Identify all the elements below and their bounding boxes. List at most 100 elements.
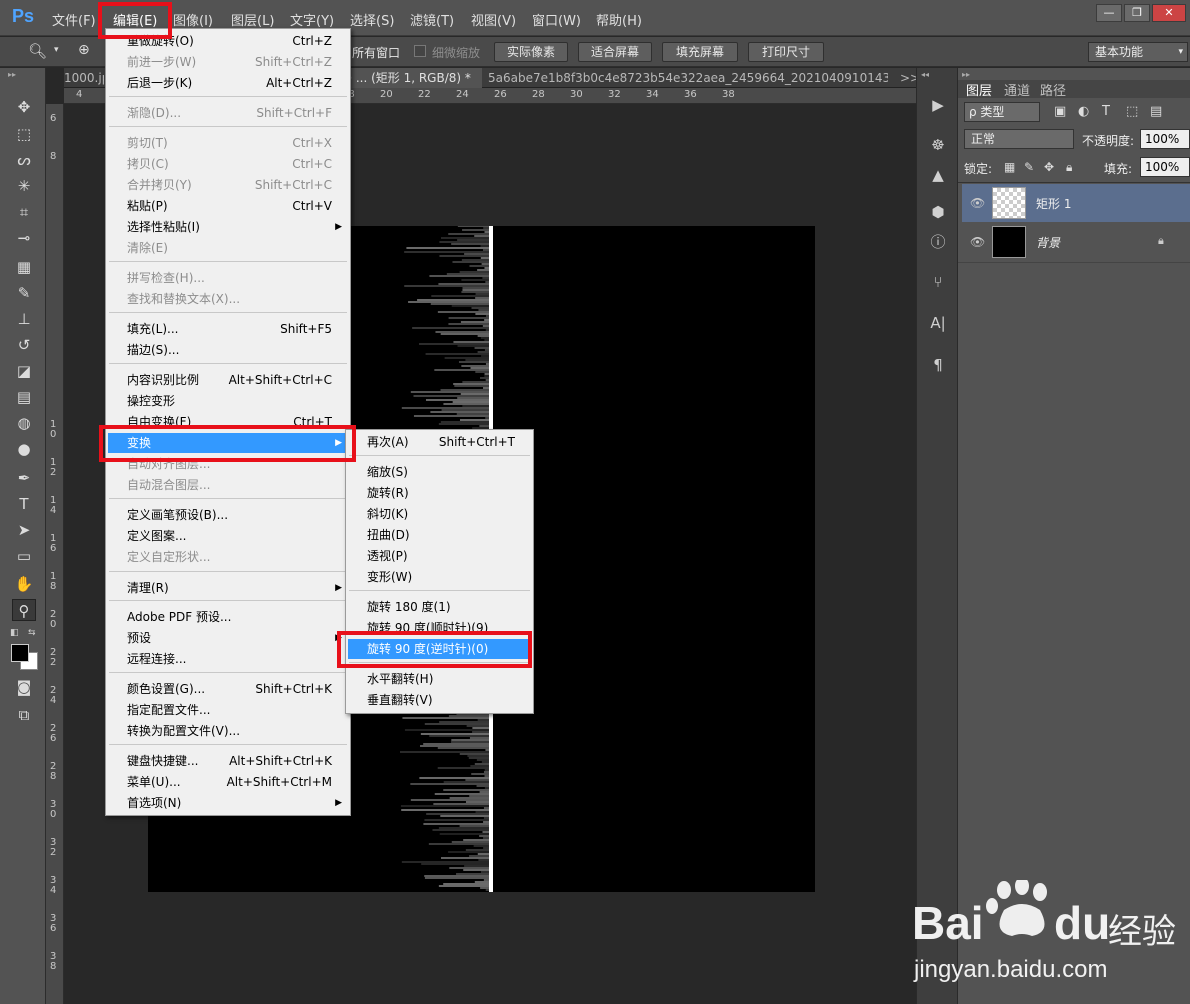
tool-preset-chevron-icon[interactable]: ▾	[54, 45, 59, 55]
edit-menu-item[interactable]: 变换 ▶	[108, 433, 348, 453]
info-icon[interactable]: ⓘ	[927, 231, 949, 253]
dodge-tool-icon[interactable]: ●	[12, 438, 36, 460]
tab-5a6abe7e[interactable]: 5a6abe7e1b8f3b0c4e8723b54e322aea_2459664…	[482, 68, 888, 88]
filter-pixel-icon[interactable]: ▣	[1054, 104, 1066, 119]
edit-menu-item[interactable]: 键盘快捷键... Alt+Shift+Ctrl+K	[108, 751, 348, 771]
histogram-icon[interactable]: ▲	[927, 164, 949, 186]
transform-menu-item[interactable]: 旋转 180 度(1)	[348, 597, 531, 617]
tabs-overflow-icon[interactable]: >>	[894, 68, 916, 88]
zoom-in-icon[interactable]: ⊕	[78, 42, 90, 58]
opacity-input[interactable]: 100%	[1140, 129, 1190, 149]
filter-shape-icon[interactable]: ⬚	[1126, 104, 1138, 119]
swap-colors-icon[interactable]: ⇆	[28, 628, 36, 638]
tab-layers[interactable]: 图层	[966, 80, 992, 99]
fill-screen-button[interactable]: 填充屏幕	[662, 42, 738, 62]
edit-menu-item[interactable]: 清理(R) ▶	[108, 578, 348, 598]
magic-wand-tool-icon[interactable]: ✳	[12, 175, 36, 197]
edit-menu-item[interactable]: 颜色设置(G)... Shift+Ctrl+K	[108, 679, 348, 699]
healing-brush-tool-icon[interactable]: ▦	[12, 256, 36, 278]
fit-screen-button[interactable]: 适合屏幕	[578, 42, 652, 62]
transform-menu-item[interactable]: 斜切(K)	[348, 504, 531, 524]
layer-filter-select[interactable]: ρ 类型	[964, 102, 1040, 122]
transform-menu-item[interactable]: 透视(P)	[348, 546, 531, 566]
zoom-tool-icon[interactable]: ⚲	[12, 599, 36, 621]
menu-filter[interactable]: 滤镜(T)	[410, 10, 454, 29]
fill-input[interactable]: 100%	[1140, 157, 1190, 177]
eraser-tool-icon[interactable]: ◪	[12, 360, 36, 382]
transform-menu-item[interactable]: 旋转 90 度(逆时针)(0)	[348, 639, 531, 659]
transform-menu-item[interactable]: 缩放(S)	[348, 462, 531, 482]
lasso-tool-icon[interactable]: ᔕ	[12, 149, 36, 171]
menu-select[interactable]: 选择(S)	[350, 10, 394, 29]
collapse-dock-icon[interactable]: ◂◂	[921, 70, 929, 79]
edit-menu-item[interactable]: 定义画笔预设(B)...	[108, 505, 348, 525]
filter-adjustment-icon[interactable]: ◐	[1078, 104, 1089, 119]
edit-menu-item[interactable]: 转换为配置文件(V)...	[108, 721, 348, 741]
tab-paths[interactable]: 路径	[1040, 80, 1066, 99]
lock-position-icon[interactable]: ✥	[1044, 160, 1054, 174]
edit-menu-item[interactable]: 指定配置文件...	[108, 700, 348, 720]
pen-tool-icon[interactable]: ✒	[12, 467, 36, 489]
transform-menu-item[interactable]: 再次(A) Shift+Ctrl+T	[348, 432, 531, 452]
lock-paint-icon[interactable]: ✎	[1024, 160, 1034, 174]
transform-menu-item[interactable]: 水平翻转(H)	[348, 669, 531, 689]
edit-menu-item[interactable]: 远程连接...	[108, 649, 348, 669]
gradient-tool-icon[interactable]: ▤	[12, 386, 36, 408]
tab-channels[interactable]: 通道	[1004, 80, 1030, 99]
transform-menu-item[interactable]: 垂直翻转(V)	[348, 690, 531, 710]
edit-menu-item[interactable]: 首选项(N) ▶	[108, 793, 348, 813]
layer-row-rectangle-1[interactable]: 👁︎ 矩形 1	[962, 184, 1190, 222]
edit-menu-item[interactable]: Adobe PDF 预设...	[108, 607, 348, 627]
brush-tool-icon[interactable]: ✎	[12, 282, 36, 304]
edit-menu-item[interactable]: 操控变形	[108, 391, 348, 411]
edit-menu-item[interactable]: 内容识别比例 Alt+Shift+Ctrl+C	[108, 370, 348, 390]
visibility-eye-icon[interactable]: 👁︎	[970, 196, 985, 210]
stamp-tool-icon[interactable]: ⊥	[12, 308, 36, 330]
navigator-icon[interactable]: ☸	[927, 134, 949, 156]
edit-menu-item[interactable]: 粘贴(P) Ctrl+V	[108, 196, 348, 216]
blend-mode-select[interactable]: 正常	[964, 129, 1074, 149]
paragraph-icon[interactable]: ¶	[927, 354, 949, 376]
quick-mask-icon[interactable]: ◙	[12, 676, 36, 698]
maximize-button[interactable]: ❐	[1124, 4, 1150, 22]
filter-type-icon[interactable]: T	[1102, 104, 1110, 119]
tab-1000-jpg[interactable]: 1000.jpg	[58, 68, 104, 88]
default-colors-icon[interactable]: ◧	[10, 628, 19, 638]
crop-tool-icon[interactable]: ⌗	[12, 201, 36, 223]
hand-tool-icon[interactable]: ✋	[12, 573, 36, 595]
play-actions-icon[interactable]: ▶	[927, 94, 949, 116]
close-button[interactable]: ✕	[1152, 4, 1186, 22]
visibility-eye-icon[interactable]: 👁︎	[970, 235, 985, 249]
edit-menu-item[interactable]: 重做旋转(O) Ctrl+Z	[108, 31, 348, 51]
3d-icon[interactable]: ⬢	[927, 201, 949, 223]
menu-edit[interactable]: 编辑(E)	[113, 10, 157, 29]
menu-window[interactable]: 窗口(W)	[532, 10, 581, 29]
lock-all-icon[interactable]: 🔒︎	[1066, 160, 1072, 175]
collapse-toolbar-icon[interactable]: ▸▸	[8, 70, 16, 79]
edit-menu-item[interactable]: 描边(S)...	[108, 340, 348, 360]
history-icon[interactable]: ⑂	[927, 271, 949, 293]
edit-menu-item[interactable]: 后退一步(K) Alt+Ctrl+Z	[108, 73, 348, 93]
rectangle-tool-icon[interactable]: ▭	[12, 545, 36, 567]
menu-image[interactable]: 图像(I)	[173, 10, 213, 29]
edit-menu-item[interactable]: 预设 ▶	[108, 628, 348, 648]
lock-transparency-icon[interactable]: ▦	[1004, 160, 1015, 174]
print-size-button[interactable]: 打印尺寸	[748, 42, 824, 62]
screen-mode-icon[interactable]: ⧉	[12, 704, 36, 726]
filter-smart-object-icon[interactable]: ▤	[1150, 104, 1162, 119]
eyedropper-tool-icon[interactable]: ⊸	[12, 227, 36, 249]
edit-menu-item[interactable]: 选择性粘贴(I) ▶	[108, 217, 348, 237]
edit-menu-item[interactable]: 定义图案...	[108, 526, 348, 546]
scrubby-zoom-checkbox[interactable]	[414, 45, 426, 57]
transform-menu-item[interactable]: 旋转 90 度(顺时针)(9)	[348, 618, 531, 638]
edit-menu-item[interactable]: 自由变换(F) Ctrl+T	[108, 412, 348, 432]
menu-help[interactable]: 帮助(H)	[596, 10, 642, 29]
layer-row-background[interactable]: 👁︎ 背景 🔒︎	[962, 223, 1190, 261]
character-icon[interactable]: A|	[927, 312, 949, 334]
move-tool-icon[interactable]: ✥	[12, 96, 36, 118]
menu-view[interactable]: 视图(V)	[471, 10, 516, 29]
actual-pixels-button[interactable]: 实际像素	[494, 42, 568, 62]
edit-menu-item[interactable]: 菜单(U)... Alt+Shift+Ctrl+M	[108, 772, 348, 792]
transform-menu-item[interactable]: 变形(W)	[348, 567, 531, 587]
history-brush-tool-icon[interactable]: ↺	[12, 334, 36, 356]
